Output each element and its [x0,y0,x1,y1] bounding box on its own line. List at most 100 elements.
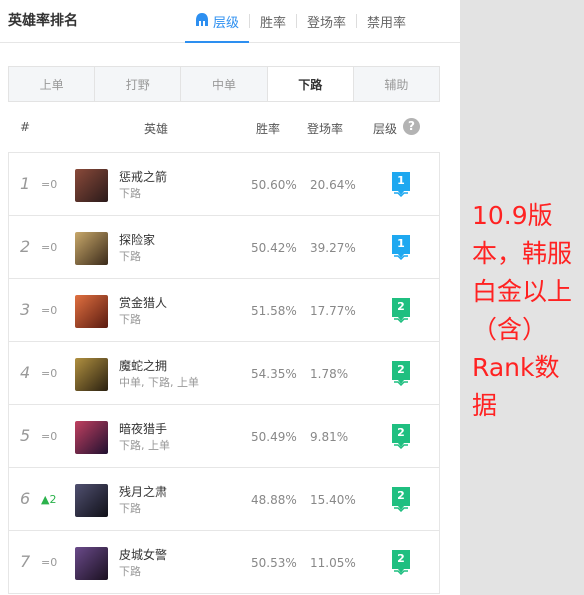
tier-badge: 2 [390,297,412,323]
hero-avatar[interactable] [75,358,108,391]
hero-roles: 下路 [119,565,141,578]
rank-change: =0 [41,304,58,317]
equal-icon: = [41,241,51,254]
rank-change: =0 [41,556,58,569]
hero-winrate: 50.53% [251,556,297,570]
hero-name[interactable]: 暗夜猎手 [119,420,167,437]
rank-change: ▲2 [41,493,57,506]
table-row[interactable]: 2 =0 探险家 下路 50.42% 39.27% 1 [9,216,439,279]
hero-pickrate: 9.81% [310,430,349,444]
hero-winrate: 48.88% [251,493,297,507]
row-rank: 1 [20,174,31,193]
tab-banrate[interactable]: 禁用率 [357,0,416,42]
tier-number: 2 [397,426,405,439]
tier-number: 2 [397,552,405,565]
stat-tabs: 层级 胜率 登场率 禁用率 [185,0,416,43]
position-support[interactable]: 辅助 [354,67,439,101]
hero-table: 1 =0 惩戒之箭 下路 50.60% 20.64% 1 2 =0 探险家 下路… [8,152,440,594]
tier-list-panel: 英雄率排名 层级 胜率 登场率 禁用率 上单 打野 中单 下路 辅助 # 英雄 … [0,0,460,595]
table-row[interactable]: 1 =0 惩戒之箭 下路 50.60% 20.64% 1 [9,153,439,216]
hero-pickrate: 20.64% [310,178,356,192]
tab-pickrate[interactable]: 登场率 [297,0,356,42]
tier-badge: 1 [390,234,412,260]
tier-number: 2 [397,300,405,313]
tier-number: 2 [397,489,405,502]
tier-number: 1 [397,174,405,187]
hero-winrate: 54.35% [251,367,297,381]
hero-winrate: 50.42% [251,241,297,255]
rank-change: =0 [41,241,58,254]
hero-pickrate: 11.05% [310,556,356,570]
equal-icon: = [41,556,51,569]
hero-roles: 下路 [119,313,141,326]
equal-icon: = [41,367,51,380]
tab-winrate[interactable]: 胜率 [250,0,296,42]
tab-pickrate-label: 登场率 [307,15,347,31]
position-bottom[interactable]: 下路 [267,67,354,101]
hero-name[interactable]: 惩戒之箭 [119,168,167,185]
row-rank: 4 [20,363,31,382]
hero-name[interactable]: 残月之肃 [119,483,167,500]
equal-icon: = [41,304,51,317]
tier-badge: 2 [390,360,412,386]
helmet-icon [195,12,209,31]
version-note: 10.9版本，韩服白金以上（含）Rank数据 [472,201,573,420]
hero-name[interactable]: 探险家 [119,231,155,248]
position-top[interactable]: 上单 [9,67,96,101]
hero-name[interactable]: 皮城女警 [119,546,167,563]
hero-roles: 中单, 下路, 上单 [119,376,199,389]
rank-change: =0 [41,178,58,191]
hero-avatar[interactable] [75,547,108,580]
hero-roles: 下路 [119,250,141,263]
table-row[interactable]: 3 =0 赏金猎人 下路 51.58% 17.77% 2 [9,279,439,342]
tab-tier-label: 层级 [213,15,240,31]
tab-tier[interactable]: 层级 [185,0,250,43]
hero-pickrate: 17.77% [310,304,356,318]
hero-avatar[interactable] [75,421,108,454]
hero-avatar[interactable] [75,295,108,328]
row-rank: 7 [20,552,31,571]
table-header: # 英雄 胜率 登场率 层级 ? [8,108,440,148]
table-row[interactable]: 6 ▲2 残月之肃 下路 48.88% 15.40% 2 [9,468,439,531]
tier-number: 2 [397,363,405,376]
row-rank: 2 [20,237,31,256]
col-rank: # [20,120,31,134]
hero-roles: 下路, 上单 [119,439,170,452]
tier-badge: 1 [390,171,412,197]
hero-winrate: 50.49% [251,430,297,444]
hero-name[interactable]: 赏金猎人 [119,294,167,311]
row-rank: 6 [20,489,31,508]
hero-roles: 下路 [119,502,141,515]
hero-avatar[interactable] [75,169,108,202]
col-hero: 英雄 [144,122,169,136]
hero-pickrate: 1.78% [310,367,349,381]
hero-winrate: 50.60% [251,178,297,192]
hero-name[interactable]: 魔蛇之拥 [119,357,167,374]
hero-winrate: 51.58% [251,304,297,318]
table-row[interactable]: 5 =0 暗夜猎手 下路, 上单 50.49% 9.81% 2 [9,405,439,468]
position-jungle[interactable]: 打野 [95,67,182,101]
col-pickrate[interactable]: 登场率 [307,120,343,137]
page-title: 英雄率排名 [8,13,78,29]
table-row[interactable]: 4 =0 魔蛇之拥 中单, 下路, 上单 54.35% 1.78% 2 [9,342,439,405]
col-winrate[interactable]: 胜率 [256,120,280,137]
tab-banrate-label: 禁用率 [367,15,407,31]
header: 英雄率排名 层级 胜率 登场率 禁用率 [0,0,460,43]
hero-roles: 下路 [119,187,141,200]
tier-badge: 2 [390,423,412,449]
row-rank: 5 [20,426,31,445]
position-mid[interactable]: 中单 [181,67,268,101]
row-rank: 3 [20,300,31,319]
hero-avatar[interactable] [75,232,108,265]
position-filter: 上单 打野 中单 下路 辅助 [8,66,440,102]
col-tier[interactable]: 层级 [373,120,397,137]
tier-badge: 2 [390,549,412,575]
tier-badge: 2 [390,486,412,512]
help-icon[interactable]: ? [403,118,420,135]
table-row[interactable]: 7 =0 皮城女警 下路 50.53% 11.05% 2 [9,531,439,594]
hero-avatar[interactable] [75,484,108,517]
equal-icon: = [41,178,51,191]
hero-pickrate: 15.40% [310,493,356,507]
rank-change: =0 [41,367,58,380]
rank-change: =0 [41,430,58,443]
